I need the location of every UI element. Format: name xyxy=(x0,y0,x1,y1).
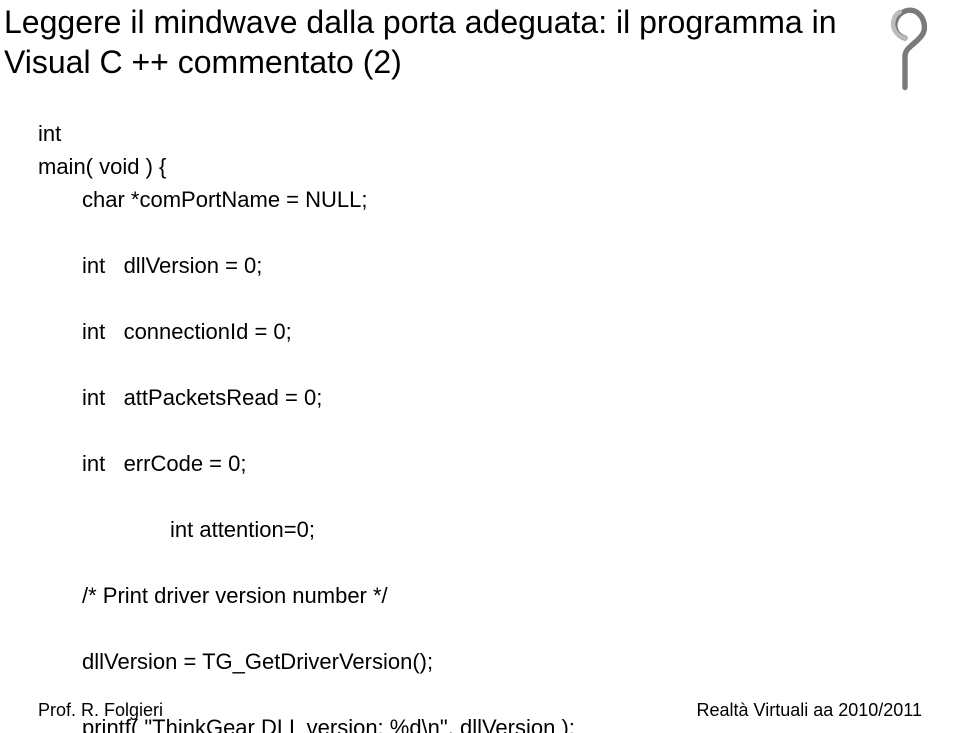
footer-course: Realtà Virtuali aa 2010/2011 xyxy=(696,700,922,721)
code-line: int errCode = 0; xyxy=(38,447,792,480)
code-line: char *comPortName = NULL; xyxy=(38,183,792,216)
code-line: int dllVersion = 0; xyxy=(38,249,792,282)
code-line: int attention=0; xyxy=(38,513,792,546)
slide-title-line2: Visual C ++ commentato (2) xyxy=(4,42,402,82)
page: Leggere il mindwave dalla porta adeguata… xyxy=(0,0,960,733)
slide-title-line1: Leggere il mindwave dalla porta adeguata… xyxy=(4,2,836,42)
code-line: int xyxy=(38,121,61,146)
logo-icon xyxy=(860,2,950,92)
code-line: main( void ) { xyxy=(38,154,166,179)
code-line: int attPacketsRead = 0; xyxy=(38,381,792,414)
code-line: dllVersion = TG_GetDriverVersion(); xyxy=(38,645,792,678)
code-block: int main( void ) { char *comPortName = N… xyxy=(38,84,792,733)
code-line: int connectionId = 0; xyxy=(38,315,792,348)
code-line: /* Print driver version number */ xyxy=(38,579,792,612)
footer-author: Prof. R. Folgieri xyxy=(38,700,163,721)
